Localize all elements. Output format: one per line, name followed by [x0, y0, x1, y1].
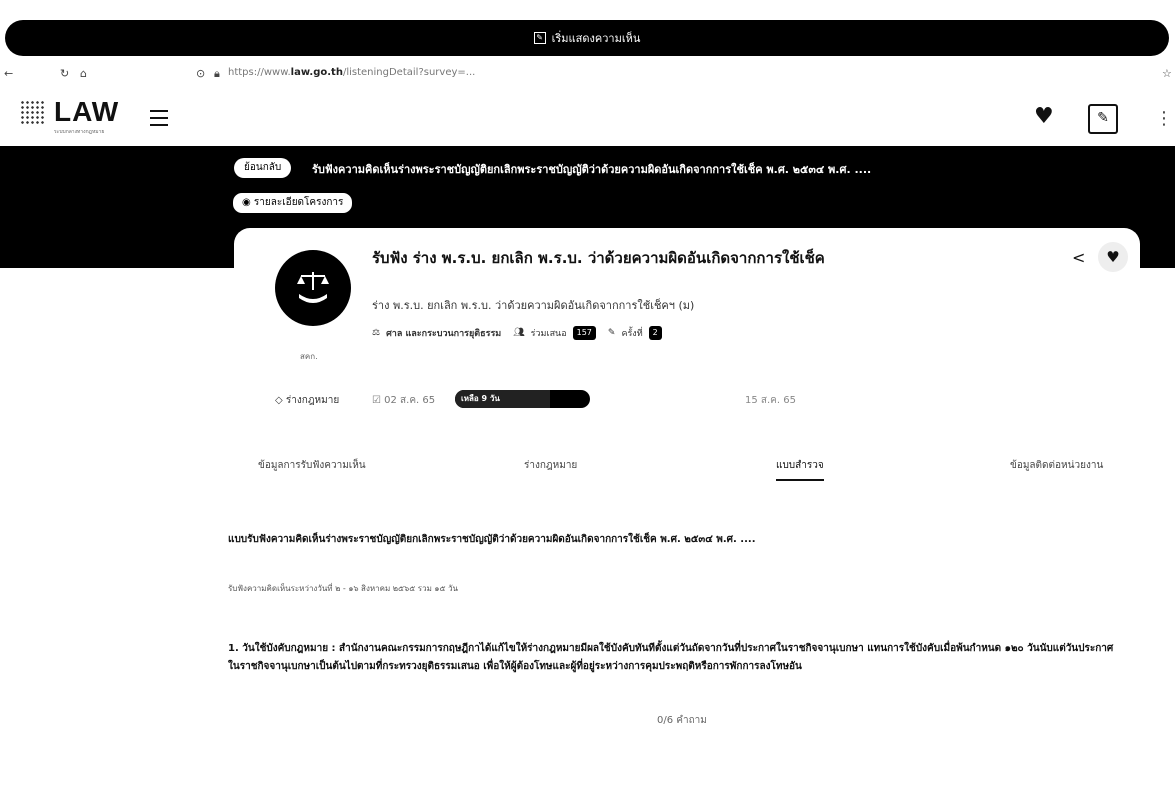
agency-logo [275, 250, 351, 326]
round-icon: ✎ [607, 328, 616, 338]
tab-survey[interactable]: แบบสำรวจ [776, 458, 824, 481]
url-prefix: https://www. [228, 67, 291, 78]
category-label: ศาล และกระบวนการยุติธรรม [386, 329, 502, 339]
question-text: 1. วันใช้บังคับกฎหมาย : สำนักงานคณะกรรมก… [228, 643, 1114, 672]
favorites-heart-icon[interactable]: ♥ [1034, 104, 1054, 129]
people-icon: 👥︎ [513, 328, 525, 338]
document-type: ◇ ร่างกฎหมาย [275, 393, 339, 408]
banner-label: เริ่มแสดงความเห็น [551, 32, 641, 45]
logo-subtext: ระบบกลางทางกฎหมาย [54, 129, 105, 135]
url-path: /listeningDetail?survey=... [342, 67, 476, 78]
comment-icon[interactable]: ✎ [1088, 104, 1118, 134]
start-comment-banner[interactable]: ✎ เริ่มแสดงความเห็น [5, 20, 1169, 56]
like-heart-icon[interactable]: ♥ [1098, 242, 1128, 272]
law-logo[interactable]: LAW ระบบกลางทางกฎหมาย [20, 96, 140, 146]
tab-draft-law[interactable]: ร่างกฎหมาย [524, 458, 577, 473]
project-details-button[interactable]: ◉ รายละเอียดโครงการ [233, 193, 353, 213]
scales-icon [297, 272, 329, 303]
round-label: ครั้งที่ [621, 329, 643, 339]
tag-icon: ◇ [275, 395, 283, 406]
survey-period: รับฟังความคิดเห็นระหว่างวันที่ ๒ - ๑๖ สิ… [228, 584, 459, 593]
edit-icon: ✎ [533, 32, 546, 44]
address-bar[interactable]: https://www.law.go.th/listeningDetail?su… [228, 67, 475, 78]
share-icon[interactable]: < [1072, 248, 1085, 267]
site-info-icon[interactable]: ⊙ [196, 67, 205, 80]
back-button[interactable]: ย้อนกลับ [234, 158, 292, 178]
start-date: ☑ 02 ส.ค. 65 [372, 393, 435, 408]
calendar-check-icon: ☑ [372, 395, 381, 406]
back-arrow-icon[interactable]: ← [4, 67, 13, 80]
logo-text: LAW [54, 96, 120, 127]
agency-caption: สคก. [300, 352, 318, 361]
logo-mark [20, 100, 46, 126]
hero-title: รับฟังความคิดเห็นร่างพระราชบัญญัติยกเลิก… [312, 163, 872, 176]
justice-icon: ⚖ [372, 328, 381, 338]
question-counter: 0/6 คำถาม [657, 715, 707, 726]
url-domain: law.go.th [290, 67, 343, 78]
card-meta: ⚖ ศาล และกระบวนการยุติธรรม 👥︎ ร่วมเสนอ 1… [372, 326, 662, 340]
end-date: 15 ส.ค. 65 [745, 395, 796, 406]
browser-toolbar: ← ↻ ⌂ ⊙ 🔒︎ https://www.law.go.th/listeni… [0, 64, 1175, 86]
project-details-label: รายละเอียดโครงการ [253, 197, 344, 208]
card-subtitle: ร่าง พ.ร.บ. ยกเลิก พ.ร.บ. ว่าด้วยความผิด… [372, 299, 695, 312]
participants-label: ร่วมเสนอ [530, 329, 567, 339]
tab-listening-info[interactable]: ข้อมูลการรับฟังความเห็น [258, 458, 366, 473]
menu-icon[interactable] [150, 110, 168, 126]
more-icon[interactable]: ⋮ [1155, 108, 1173, 129]
days-remaining-bar: เหลือ 9 วัน [455, 390, 590, 408]
reload-icon[interactable]: ↻ [60, 67, 69, 80]
days-remaining-label: เหลือ 9 วัน [461, 394, 500, 403]
document-type-label: ร่างกฎหมาย [285, 395, 340, 406]
survey-title: แบบรับฟังความคิดเห็นร่างพระราชบัญญัติยกเ… [228, 534, 756, 545]
participants-count: 157 [572, 326, 596, 340]
tab-agency-contact[interactable]: ข้อมูลติดต่อหน่วยงาน [1010, 458, 1103, 473]
round-count: 2 [648, 326, 662, 340]
lock-icon: 🔒︎ [214, 67, 220, 80]
extension-icon[interactable]: ⌂ [80, 67, 87, 80]
eye-icon: ◉ [242, 197, 251, 208]
start-date-value: 02 ส.ค. 65 [384, 395, 436, 406]
card-title: รับฟัง ร่าง พ.ร.บ. ยกเลิก พ.ร.บ. ว่าด้วย… [372, 249, 825, 267]
bookmark-icon[interactable]: ☆ [1162, 67, 1172, 80]
